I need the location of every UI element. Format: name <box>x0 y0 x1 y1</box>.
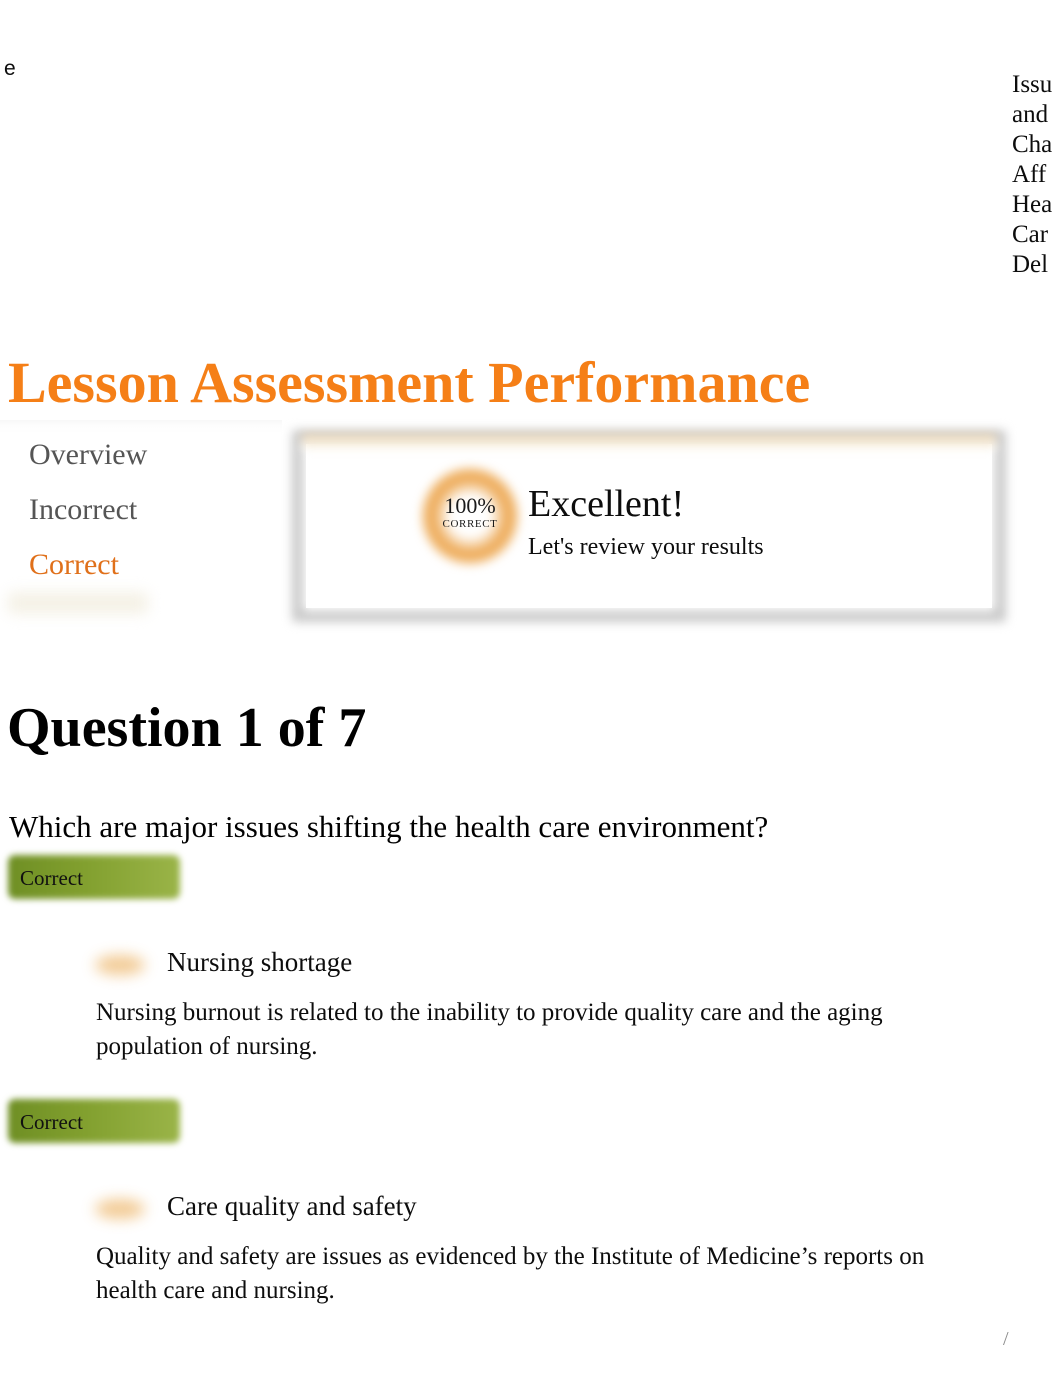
answer-option-description: Nursing burnout is related to the inabil… <box>96 999 883 1060</box>
clipped-heading-line: Cha <box>1012 131 1053 158</box>
performance-tab-strip: Overview Incorrect Correct <box>0 420 282 616</box>
tab-correct[interactable]: Correct <box>29 546 119 584</box>
tab-overview[interactable]: Overview <box>29 436 147 474</box>
active-tab-indicator <box>8 592 148 614</box>
result-headline: Excellent! <box>528 483 685 525</box>
question-prompt: Which are major issues shifting the heal… <box>9 809 769 844</box>
clipped-sidebar-heading: Issu and Cha Aff Hea Car Del <box>1012 70 1062 280</box>
card-top-accent-band <box>302 434 996 450</box>
answer-option-description: Quality and safety are issues as evidenc… <box>96 1243 925 1304</box>
result-subtext: Let's review your results <box>528 534 764 560</box>
clipped-heading-line: Del <box>1012 251 1049 278</box>
result-summary-card: 100% CORRECT Excellent! Let's review you… <box>292 430 1006 622</box>
score-percent: 100% <box>444 493 496 518</box>
tab-incorrect[interactable]: Incorrect <box>29 491 137 529</box>
clipped-heading-line: Aff <box>1012 161 1047 188</box>
option-marker-icon <box>95 1199 145 1219</box>
verdict-label: Correct <box>20 866 83 890</box>
clipped-heading-line: and <box>1012 101 1049 128</box>
card-surface <box>306 444 992 608</box>
answer-option-title: Nursing shortage <box>167 947 353 977</box>
verdict-label: Correct <box>20 1110 83 1134</box>
answer-option-title: Care quality and safety <box>167 1191 417 1221</box>
score-badge: 100% CORRECT <box>422 468 518 564</box>
clipped-heading-line: Car <box>1012 221 1049 248</box>
option-marker-icon <box>95 955 145 975</box>
clipped-heading-line: Issu <box>1012 71 1053 98</box>
question-heading: Question 1 of 7 <box>7 697 367 760</box>
page-title: Lesson Assessment Performance <box>8 349 811 415</box>
page-number-slash: / <box>1003 1328 1009 1350</box>
score-caption: CORRECT <box>442 518 498 530</box>
top-left-text-fragment: e <box>4 57 16 80</box>
clipped-heading-line: Hea <box>1012 191 1053 218</box>
